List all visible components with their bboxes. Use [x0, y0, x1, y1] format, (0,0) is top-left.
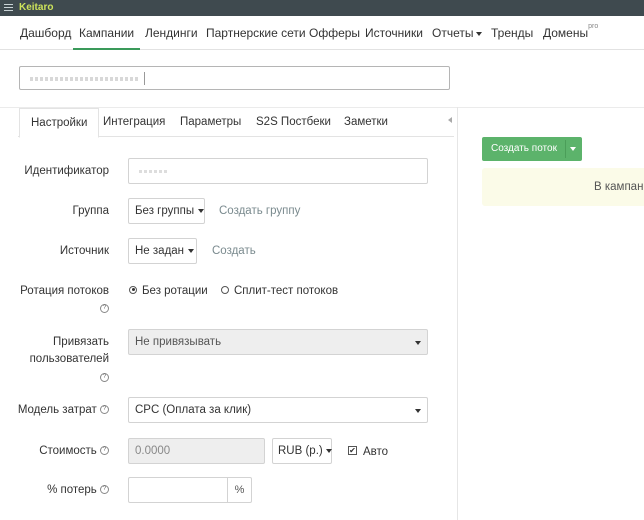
top-bar: Keitaro	[0, 0, 644, 16]
nav-item-offers[interactable]: Офферы	[309, 16, 360, 50]
group-select[interactable]: Без группы	[128, 198, 205, 224]
loss-label-text: % потерь	[47, 484, 97, 496]
panel-divider	[457, 107, 458, 520]
rotation-option-none-label: Без ротации	[142, 285, 208, 297]
auto-cost-checkbox[interactable]: ✔ Авто	[348, 446, 388, 458]
cost-label: Стоимость ?	[39, 445, 109, 457]
button-separator	[565, 140, 566, 158]
create-source-link[interactable]: Создать	[212, 245, 256, 257]
chevron-down-icon	[198, 208, 205, 213]
loss-label: % потерь ?	[47, 484, 109, 496]
currency-select[interactable]: RUB (р.)	[272, 438, 332, 464]
tab-parameters[interactable]: Параметры	[180, 108, 241, 137]
rotation-option-split-test-label: Сплит-тест потоков	[234, 285, 339, 297]
tab-settings[interactable]: Настройки	[19, 108, 100, 138]
nav-item-trends[interactable]: Тренды	[491, 16, 533, 50]
campaign-name-input[interactable]	[19, 66, 450, 90]
help-icon[interactable]: ?	[100, 405, 109, 415]
nav-item-domains[interactable]: Доменыpro	[543, 16, 598, 50]
group-label: Группа	[72, 205, 109, 217]
tabs-scroll-left-icon[interactable]	[448, 117, 452, 123]
group-select-value: Без группы	[135, 205, 195, 217]
cost-model-label: Модель затрат ?	[18, 404, 109, 416]
info-message: В кампани	[482, 168, 644, 206]
identifier-label: Идентификатор	[24, 165, 109, 177]
nav-item-reports[interactable]: Отчеты	[432, 16, 483, 50]
rotation-label: Ротация потоков	[20, 285, 109, 297]
cost-input[interactable]: 0.0000	[128, 438, 265, 464]
auto-cost-label: Авто	[363, 446, 389, 458]
chevron-down-icon	[325, 448, 332, 453]
chevron-down-icon	[415, 341, 421, 345]
nav-item-campaigns[interactable]: Кампании	[73, 16, 141, 50]
create-stream-button[interactable]: Создать поток	[482, 137, 582, 161]
nav-item-affiliate-networks[interactable]: Партнерские сети	[206, 16, 306, 50]
radio-empty-icon	[221, 285, 229, 294]
bind-users-label-line1: Привязать	[53, 336, 109, 348]
hamburger-menu-icon[interactable]	[4, 4, 13, 12]
cost-model-label-text: Модель затрат	[17, 404, 97, 416]
source-label: Источник	[59, 245, 109, 257]
redacted-text	[139, 170, 169, 173]
bind-users-label-line2: пользователей	[29, 353, 109, 365]
identifier-input[interactable]	[128, 158, 428, 184]
help-icon[interactable]: ?	[100, 485, 109, 495]
tab-integration[interactable]: Интеграция	[103, 108, 165, 137]
brand-logo[interactable]: Keitaro	[19, 0, 53, 16]
checkbox-checked-icon: ✔	[348, 446, 357, 456]
chevron-down-icon	[415, 409, 421, 413]
pro-badge: pro	[588, 23, 599, 30]
chevron-down-icon	[188, 248, 195, 253]
rotation-option-split-test[interactable]: Сплит-тест потоков	[221, 285, 338, 297]
nav-item-sources[interactable]: Источники	[365, 16, 423, 50]
cost-model-select[interactable]: CPC (Оплата за клик)	[128, 397, 428, 423]
text-cursor	[144, 72, 145, 85]
info-message-text: В кампани	[594, 181, 644, 193]
help-icon[interactable]: ?	[100, 304, 109, 313]
redacted-text	[30, 77, 138, 81]
help-icon[interactable]: ?	[100, 446, 109, 456]
bind-users-select[interactable]: Не привязывать	[128, 329, 428, 355]
rotation-option-none[interactable]: Без ротации	[129, 285, 208, 297]
settings-tabs: Настройки Интеграция Параметры S2S Постб…	[18, 108, 454, 138]
nav-item-domains-label: Домены	[543, 26, 589, 40]
source-select[interactable]: Не задан	[128, 238, 197, 264]
bind-users-select-value: Не привязывать	[135, 336, 222, 348]
percent-addon: %	[228, 477, 252, 503]
chevron-down-icon[interactable]	[570, 147, 576, 151]
help-icon[interactable]: ?	[100, 373, 109, 382]
nav-item-reports-label: Отчеты	[432, 26, 474, 40]
create-stream-label: Создать поток	[491, 143, 557, 154]
loss-input[interactable]	[128, 477, 228, 503]
source-select-value: Не задан	[135, 245, 185, 257]
tab-notes[interactable]: Заметки	[344, 108, 388, 137]
create-group-link[interactable]: Создать группу	[219, 205, 300, 217]
cost-value: 0.0000	[135, 445, 171, 457]
main-navigation: Дашборд Кампании Лендинги Партнерские се…	[0, 16, 644, 50]
chevron-down-icon	[476, 31, 483, 36]
nav-item-dashboard[interactable]: Дашборд	[20, 16, 71, 50]
cost-label-text: Стоимость	[39, 445, 97, 457]
radio-selected-icon	[129, 285, 137, 294]
cost-model-select-value: CPC (Оплата за клик)	[135, 404, 252, 416]
tab-s2s-postbacks[interactable]: S2S Постбеки	[256, 108, 331, 137]
nav-item-landings[interactable]: Лендинги	[145, 16, 198, 50]
currency-select-value: RUB (р.)	[278, 445, 323, 457]
